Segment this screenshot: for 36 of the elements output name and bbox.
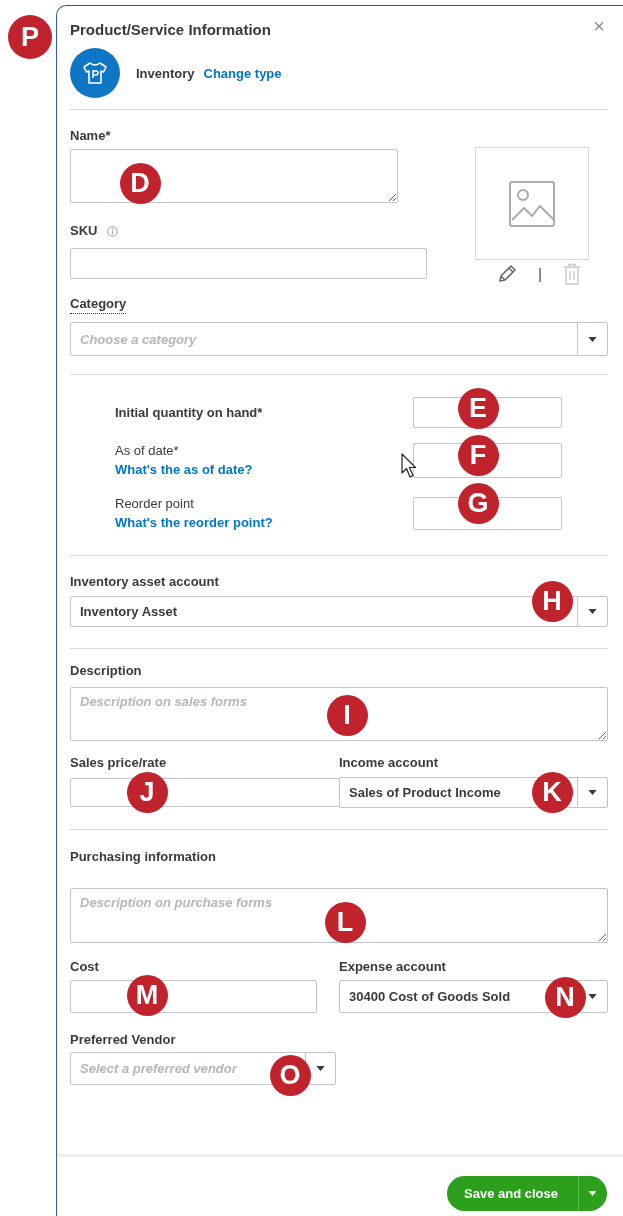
field-label: Name* bbox=[70, 128, 111, 144]
item-type-label: Inventory bbox=[136, 65, 195, 81]
field-label: SKU bbox=[70, 223, 98, 239]
caret-icon bbox=[588, 336, 597, 342]
sku-field[interactable] bbox=[70, 248, 427, 279]
caret-icon bbox=[588, 994, 597, 999]
field-label: Expense account bbox=[339, 959, 446, 975]
save-and-close-button[interactable]: Save and close bbox=[447, 1176, 607, 1211]
name-field[interactable] bbox=[70, 149, 398, 203]
field-label: Inventory asset account bbox=[70, 574, 219, 590]
callout-marker: K bbox=[531, 771, 573, 813]
field-label: Purchasing information bbox=[70, 849, 216, 865]
caret-icon bbox=[588, 1191, 597, 1196]
callout-marker: J bbox=[126, 771, 168, 813]
image-icon bbox=[508, 179, 556, 228]
field-label: Cost bbox=[70, 959, 99, 975]
callout-marker: P bbox=[8, 15, 52, 59]
field-label: Preferred Vendor bbox=[70, 1032, 176, 1048]
field-label: Category bbox=[70, 296, 127, 314]
field-label: As of date* bbox=[115, 442, 180, 460]
cost-field[interactable] bbox=[70, 980, 317, 1013]
dialog-title: Product/Service Information bbox=[70, 20, 271, 40]
caret-icon bbox=[588, 790, 597, 795]
help-link[interactable]: What's the reorder point? bbox=[115, 513, 413, 532]
field-label: Income account bbox=[339, 755, 438, 771]
pencil-icon[interactable] bbox=[497, 264, 517, 284]
caret-icon bbox=[588, 609, 597, 614]
shirt-icon bbox=[82, 61, 108, 85]
field-label: Sales price/rate bbox=[70, 755, 167, 771]
close-button[interactable]: × bbox=[589, 15, 609, 37]
separator-mark: | bbox=[538, 266, 542, 282]
field-label: Reorder point bbox=[115, 495, 195, 513]
change-type-link[interactable]: Change type bbox=[203, 65, 282, 81]
field-label: Description bbox=[70, 663, 142, 679]
field-label: Initial quantity on hand* bbox=[115, 404, 264, 422]
caret-icon bbox=[316, 1066, 325, 1071]
